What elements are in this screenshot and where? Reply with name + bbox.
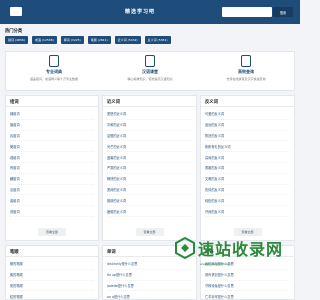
hot-categories-title: 热门分类 xyxy=(5,29,23,34)
list-item[interactable]: 娴组词 xyxy=(10,109,94,120)
list-item[interactable]: 咐组词 xyxy=(10,163,94,174)
list-item[interactable]: 文雅的反义词 xyxy=(205,174,290,185)
site-logo-icon[interactable] xyxy=(10,7,22,16)
list-item[interactable]: fix up是什么意思 xyxy=(107,270,192,281)
list-item[interactable]: 轻松的反义词 xyxy=(205,195,290,207)
feature-title: 专业词典 xyxy=(46,69,62,74)
list-item[interactable]: jadeite是什么意思 xyxy=(107,281,192,292)
panel-zuci: 组词 娴组词 撮组词 乳组词 樊组词 戚组词 咐组词 翩组词 嘉组词 奠组词 谨… xyxy=(5,95,99,241)
feature-title: 汉语课堂 xyxy=(142,69,158,74)
list-item[interactable]: 严肃的近义词 xyxy=(107,163,192,174)
word-list: distinctly是什么意思 fix up是什么意思 jadeite是什么意思… xyxy=(107,259,192,300)
list-item[interactable]: 乳组词 xyxy=(10,131,94,142)
panel-title: 反义词 xyxy=(205,100,218,105)
list-item[interactable]: 怠慢的近义词 xyxy=(107,131,192,142)
book-icon xyxy=(49,55,59,67)
list-item[interactable]: 可爱的反义词 xyxy=(205,109,290,120)
list-item[interactable]: 聊的笔顺 xyxy=(10,259,94,270)
word-list: 娴组词 撮组词 乳组词 樊组词 戚组词 咐组词 翩组词 嘉组词 奠组词 谨组词 xyxy=(10,109,94,217)
watermark-text: 速站收录网 xyxy=(198,240,284,259)
feature-desc: 支持在线拼音及汉字快速查询 xyxy=(226,77,266,81)
list-item[interactable]: 奠组词 xyxy=(10,195,94,207)
document-icon xyxy=(241,55,251,67)
list-item[interactable]: 粒的笔顺 xyxy=(10,291,94,300)
list-item[interactable]: on a是什么意思 xyxy=(107,291,192,300)
list-item[interactable]: 开阔的反义词 xyxy=(205,206,290,217)
list-item[interactable]: 谨组词 xyxy=(10,206,94,217)
feature-dictionary[interactable]: 专业词典 涵盖组词、成语释义等十万专业数据 xyxy=(6,52,102,90)
feature-title: 高效查询 xyxy=(238,69,254,74)
notebook-icon xyxy=(145,55,155,67)
list-item[interactable]: 推辞的近义词 xyxy=(107,195,192,207)
list-item[interactable]: 遥远的反义词 xyxy=(205,120,290,131)
category-chengyu[interactable]: 成语 (12588) xyxy=(31,36,57,44)
list-item[interactable]: 撮组词 xyxy=(10,120,94,131)
list-item[interactable]: 宽恕的近义词 xyxy=(107,109,192,120)
list-item[interactable]: 宽阔的近义词 xyxy=(107,185,192,196)
watermark: 速站收录网 xyxy=(175,233,297,263)
list-item[interactable]: 樊组词 xyxy=(10,141,94,153)
list-item[interactable]: 翩组词 xyxy=(10,174,94,185)
list-item[interactable]: 鹅的笔顺 xyxy=(10,270,94,281)
search-button[interactable]: 搜索 xyxy=(273,7,293,17)
word-list: 可爱的反义词 遥远的反义词 陈旧的反义词 彬彬有礼的反义词 高尚的反义词 勇敢的… xyxy=(205,109,290,217)
list-item[interactable]: 畅快的近义词 xyxy=(107,174,192,185)
list-item[interactable]: 迷离的近义词 xyxy=(107,152,192,163)
panel-title: 组词 xyxy=(10,100,19,105)
watermark-logo-icon xyxy=(175,237,195,259)
feature-desc: 精心编排知识，轻松提高汉语知识 xyxy=(127,77,173,81)
list-item[interactable]: 陈旧的反义词 xyxy=(205,131,290,142)
features-bar: 专业词典 涵盖组词、成语释义等十万专业数据 汉语课堂 精心编排知识，轻松提高汉语… xyxy=(5,51,295,91)
list-item[interactable]: 疲倦的近义词 xyxy=(107,206,192,217)
list-item[interactable]: 嘉组词 xyxy=(10,185,94,196)
feature-desc: 涵盖组词、成语释义等十万专业数据 xyxy=(29,77,78,81)
list-item[interactable]: 彬彬有礼的反义词 xyxy=(205,141,290,153)
panel-jinyici: 近义词 宽恕的近义词 平和的近义词 怠慢的近义词 光芒的近义词 迷离的近义词 严… xyxy=(102,95,197,241)
list-item[interactable]: 热情的反义词 xyxy=(205,185,290,196)
view-all-button[interactable]: 查看全部 xyxy=(135,228,164,236)
feature-search[interactable]: 高效查询 支持在线拼音及汉字快速查询 xyxy=(198,52,294,90)
list-item[interactable]: 高尚的反义词 xyxy=(205,152,290,163)
list-item[interactable]: 勇敢的反义词 xyxy=(205,163,290,174)
divider xyxy=(6,256,98,257)
divider xyxy=(6,106,98,107)
divider xyxy=(201,106,294,107)
category-shici[interactable]: 释词 (3225) xyxy=(60,36,84,44)
panel-title: 笔顺 xyxy=(10,250,19,255)
feature-classroom[interactable]: 汉语课堂 精心编排知识，轻松提高汉语知识 xyxy=(102,52,198,90)
view-all-button[interactable]: 查看全部 xyxy=(37,228,67,236)
list-item[interactable]: 戚组词 xyxy=(10,152,94,163)
list-item[interactable]: 亡羊补牢是什么意思 xyxy=(205,291,290,300)
search-input[interactable] xyxy=(222,7,272,17)
list-item[interactable]: 宛的笔顺 xyxy=(10,281,94,292)
watermark-url: www.susouzhan.com xyxy=(200,262,232,266)
word-list: 聊的笔顺 鹅的笔顺 宛的笔顺 粒的笔顺 xyxy=(10,259,94,300)
category-fanyici[interactable]: 反义词 (5381) xyxy=(144,36,171,44)
word-list: 宽恕的近义词 平和的近义词 怠慢的近义词 光芒的近义词 迷离的近义词 严肃的近义… xyxy=(107,109,192,217)
divider xyxy=(103,106,196,107)
top-navbar: 精选学习吧 搜索 xyxy=(0,0,300,24)
list-item[interactable]: 刻舟求剑是什么意思 xyxy=(205,270,290,281)
panel-title: 近义词 xyxy=(107,100,120,105)
panel-fanyici: 反义词 可爱的反义词 遥远的反义词 陈旧的反义词 彬彬有礼的反义词 高尚的反义词… xyxy=(200,95,295,241)
list-item[interactable]: 守株待兔是什么意思 xyxy=(205,281,290,292)
hot-categories: 组词 (4856) 成语 (12588) 释词 (3225) 笔顺 (2841)… xyxy=(5,36,171,44)
category-zuci[interactable]: 组词 (4856) xyxy=(5,36,28,44)
site-name[interactable]: 精选学习吧 xyxy=(125,8,155,15)
panel-title: 单词 xyxy=(107,250,116,255)
list-item[interactable]: 平和的近义词 xyxy=(107,120,192,131)
category-bishun[interactable]: 笔顺 (2841) xyxy=(87,36,111,44)
panel-bishun: 笔顺 聊的笔顺 鹅的笔顺 宛的笔顺 粒的笔顺 xyxy=(5,245,99,300)
category-jinyici[interactable]: 近义词 (5432) xyxy=(114,36,141,44)
list-item[interactable]: 光芒的近义词 xyxy=(107,141,192,153)
